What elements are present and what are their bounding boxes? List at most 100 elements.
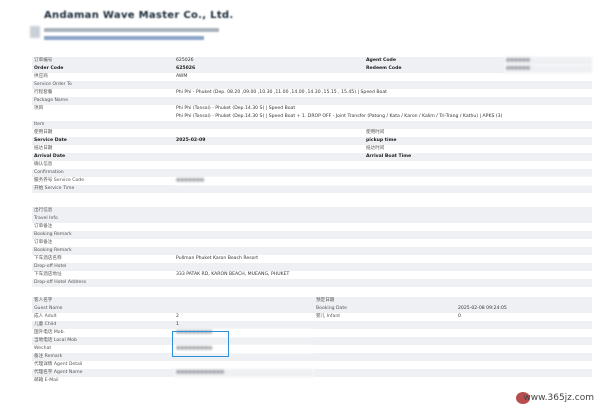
table-row: Package Name bbox=[32, 97, 592, 105]
table-row: 项目 Phi Phi (Tonsai) - Phuket (Dep.14.30 … bbox=[32, 105, 592, 113]
booking-date-value: 2025-02-08 09:24:05 bbox=[456, 305, 592, 313]
table-row: 代理详情 Agent Detail bbox=[32, 361, 592, 369]
table-row: Travel Info bbox=[32, 215, 592, 223]
item-line-2: Phi Phi (Tonsai) - Phuket (Dep.14.30 S) … bbox=[174, 113, 592, 121]
service-time-label: 开始 Service Time bbox=[32, 185, 174, 193]
table-row: Guest Name Booking Date 2025-02-08 09:24… bbox=[32, 305, 592, 313]
package-name-en: Package Name bbox=[32, 97, 174, 105]
item-cn: 项目 bbox=[32, 105, 174, 113]
table-row: 国外电话 Mob. ●●●●●●●●● bbox=[32, 329, 592, 337]
infant-label: 婴儿 Infant bbox=[314, 313, 456, 321]
dropoff-hotel-en: Drop-off Hotel bbox=[32, 263, 174, 271]
travel-info-cn: 出行信息 bbox=[32, 207, 174, 215]
dropoff-address-en: Drop-off Hotel Address bbox=[32, 279, 174, 287]
dropoff-hotel-value: Pullman Phuket Karon Beach Resort bbox=[174, 255, 592, 263]
travel-info-en: Travel Info bbox=[32, 215, 174, 223]
confirmation-en: Confirmation bbox=[32, 169, 174, 177]
service-date-en: Service Date bbox=[32, 137, 174, 145]
agent-detail-label: 代理详情 Agent Detail bbox=[32, 361, 174, 369]
confirmation-cn: 确认信息 bbox=[32, 161, 174, 169]
table-row: Drop-off Hotel Address bbox=[32, 279, 592, 287]
table-row: Arrival Date Arrival Boat Time bbox=[32, 153, 592, 161]
table-row: 下车酒店地址 333 PATAK RD, KARON BEACH, MUEANG… bbox=[32, 271, 592, 279]
agent-code-label: Agent Code bbox=[364, 57, 504, 65]
adult-value: 2 bbox=[174, 313, 314, 321]
table-row: 使用日期 使用时间 bbox=[32, 129, 592, 137]
arrival-boat-time-en: Arrival Boat Time bbox=[364, 153, 504, 161]
order-section: 订单编号 625026 Agent Code ●●●●●● Order Code… bbox=[32, 57, 592, 193]
table-row: 订单备注 bbox=[32, 239, 592, 247]
table-row: 订单编号 625026 Agent Code ●●●●●● bbox=[32, 57, 592, 65]
dropoff-address-value: 333 PATAK RD, KARON BEACH, MUEANG, PHUKE… bbox=[174, 271, 592, 279]
order-code-label-en: Order Code bbox=[32, 65, 174, 73]
company-address-line bbox=[44, 28, 219, 32]
booking-date-en: Booking Date bbox=[314, 305, 456, 313]
agent-name-value: ●●●●●●●●●●●● bbox=[174, 369, 314, 377]
page-header: Andaman Wave Master Co., Ltd. bbox=[30, 8, 590, 52]
pickup-time-en: pickup time bbox=[364, 137, 504, 145]
booking-date-cn: 预定日期 bbox=[314, 297, 456, 305]
company-name: Andaman Wave Master Co., Ltd. bbox=[44, 10, 234, 21]
table-row: 备注 Remark bbox=[32, 353, 592, 361]
table-row: 确认信息 bbox=[32, 161, 592, 169]
order-code-label-cn: 订单编号 bbox=[32, 57, 174, 65]
table-row: Service Date 2025-02-09 pickup time bbox=[32, 137, 592, 145]
table-row: Wechat ●●●●●●●●● bbox=[32, 345, 592, 353]
adult-label: 成人 Adult bbox=[32, 313, 174, 321]
arrival-boat-time-cn: 抵达时间 bbox=[364, 145, 504, 153]
table-row: Booking Remark bbox=[32, 231, 592, 239]
dropoff-address-cn: 下车酒店地址 bbox=[32, 271, 174, 279]
package-name-value: Phi Phi - Phuket (Dep. 08.20 ,09.00 ,10.… bbox=[174, 89, 592, 97]
item-en: Item bbox=[32, 121, 174, 129]
table-row: Item bbox=[32, 121, 592, 129]
company-logo bbox=[30, 26, 40, 38]
service-code-value: ●●●●●●● bbox=[174, 177, 592, 185]
table-row: 行程套餐 Phi Phi - Phuket (Dep. 08.20 ,09.00… bbox=[32, 89, 592, 97]
table-row: 儿童 Child 1 bbox=[32, 321, 592, 329]
table-row: 抵达日期 抵达时间 bbox=[32, 145, 592, 153]
redeem-code-value: ●●●●●● bbox=[504, 65, 592, 73]
highlight-box bbox=[172, 331, 229, 357]
booking-remark-cn-2: 订单备注 bbox=[32, 239, 174, 247]
local-mob-label: 当地电话 Local Mob bbox=[32, 337, 174, 345]
service-order-to-en: Service Order To bbox=[32, 81, 174, 89]
travel-section: 出行信息 Travel Info 订单备注 Booking Remark 订单备… bbox=[32, 207, 592, 287]
remark-label: 备注 Remark bbox=[32, 353, 174, 361]
redeem-code-label: Redeem Code bbox=[364, 65, 504, 73]
table-row: 供应商 AWM bbox=[32, 73, 592, 81]
package-name-cn: 行程套餐 bbox=[32, 89, 174, 97]
service-code-label: 服务券号 Service Code bbox=[32, 177, 174, 185]
service-date-cn: 使用日期 bbox=[32, 129, 174, 137]
table-row: 开始 Service Time bbox=[32, 185, 592, 193]
table-row: 代理名字 Agent Name ●●●●●●●●●●●● bbox=[32, 369, 592, 377]
arrival-date-en: Arrival Date bbox=[32, 153, 174, 161]
table-row: Confirmation bbox=[32, 169, 592, 177]
company-contact-line bbox=[44, 36, 204, 40]
agent-name-label: 代理名字 Agent Name bbox=[32, 369, 174, 377]
booking-remark-cn-1: 订单备注 bbox=[32, 223, 174, 231]
pickup-time-cn: 使用时间 bbox=[364, 129, 504, 137]
agent-code-value: ●●●●●● bbox=[504, 57, 592, 65]
watermark: www.365jz.com bbox=[523, 393, 594, 403]
arrival-date-cn: 抵达日期 bbox=[32, 145, 174, 153]
order-code-value: 625026 bbox=[174, 57, 364, 65]
table-row: 下车酒店名称 Pullman Phuket Karon Beach Resort bbox=[32, 255, 592, 263]
table-row: 成人 Adult 2 婴儿 Infant 0 bbox=[32, 313, 592, 321]
table-row: 客人名字 预定日期 bbox=[32, 297, 592, 305]
table-row: Service Order To bbox=[32, 81, 592, 89]
guest-name-en: Guest Name bbox=[32, 305, 174, 313]
table-row: 邮箱 E-Mail bbox=[32, 377, 592, 385]
guest-name-cn: 客人名字 bbox=[32, 297, 174, 305]
item-line-1: Phi Phi (Tonsai) - Phuket (Dep.14.30 S) … bbox=[174, 105, 592, 113]
table-row: Drop-off Hotel bbox=[32, 263, 592, 271]
child-value: 1 bbox=[174, 321, 314, 329]
table-row: 当地电话 Local Mob bbox=[32, 337, 592, 345]
service-order-to-value: AWM bbox=[174, 73, 592, 81]
mob-label: 国外电话 Mob. bbox=[32, 329, 174, 337]
wechat-label: Wechat bbox=[32, 345, 174, 353]
table-row: 订单备注 bbox=[32, 223, 592, 231]
guest-section: 客人名字 预定日期 Guest Name Booking Date 2025-0… bbox=[32, 297, 592, 385]
table-row: Order Code 625026 Redeem Code ●●●●●● bbox=[32, 65, 592, 73]
child-label: 儿童 Child bbox=[32, 321, 174, 329]
service-date-value: 2025-02-09 bbox=[174, 137, 364, 145]
